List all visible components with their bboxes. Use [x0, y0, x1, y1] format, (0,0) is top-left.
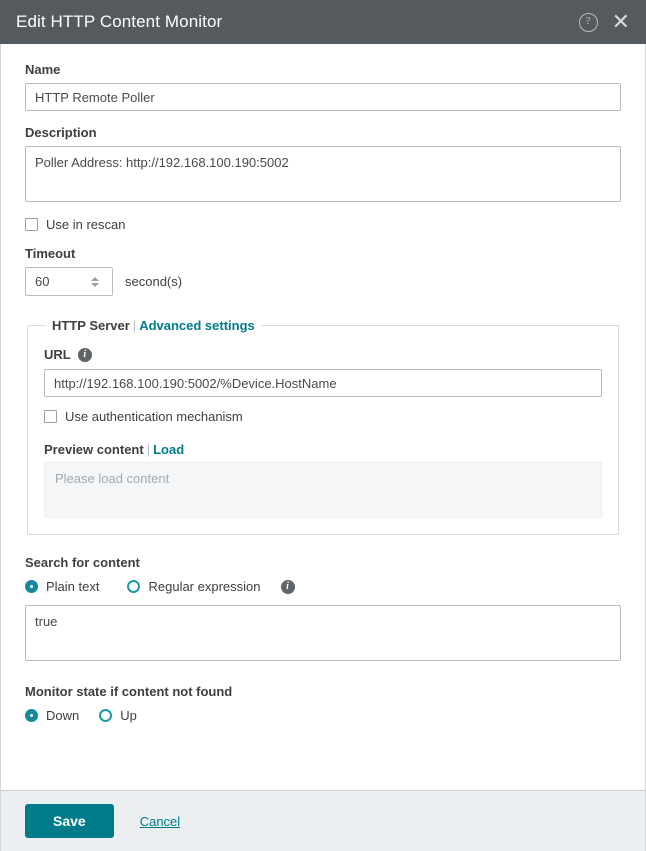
timeout-stepper[interactable]: [25, 267, 113, 296]
timeout-spin-arrows[interactable]: [84, 276, 106, 287]
url-input[interactable]: [44, 369, 602, 397]
radio-up[interactable]: Up: [99, 708, 137, 723]
url-label: URL: [44, 347, 71, 362]
timeout-row: second(s): [25, 267, 621, 296]
radio-up-label: Up: [120, 708, 137, 723]
use-authentication-checkbox[interactable]: [44, 410, 57, 423]
http-server-fieldset: HTTP Server|Advanced settings URL i Use …: [27, 318, 619, 535]
description-label: Description: [25, 125, 97, 140]
use-in-rescan-label: Use in rescan: [46, 217, 126, 232]
close-icon[interactable]: ✕: [610, 11, 632, 33]
advanced-settings-link[interactable]: Advanced settings: [139, 318, 255, 333]
dialog-title: Edit HTTP Content Monitor: [16, 12, 223, 31]
http-server-legend-text: HTTP Server: [52, 318, 130, 333]
radio-up-indicator[interactable]: [99, 709, 113, 722]
radio-down-label: Down: [46, 708, 80, 723]
chevron-up-icon[interactable]: [91, 276, 99, 281]
name-label: Name: [25, 62, 61, 77]
radio-down-indicator[interactable]: [25, 709, 38, 722]
description-input[interactable]: [25, 146, 621, 202]
use-in-rescan-checkbox[interactable]: [25, 218, 38, 231]
legend-separator: |: [132, 318, 137, 333]
load-link[interactable]: Load: [153, 442, 184, 457]
info-icon[interactable]: i: [77, 347, 92, 362]
radio-regular-expression-label: Regular expression: [148, 579, 261, 594]
radio-regular-expression-indicator[interactable]: [127, 580, 141, 593]
use-authentication-row[interactable]: Use authentication mechanism: [44, 409, 602, 424]
search-mode-radio-group: Plain text Regular expression i: [25, 579, 621, 594]
preview-placeholder-text: Please load content: [55, 471, 170, 486]
dialog-body: Name Description Use in rescan Timeout s…: [0, 44, 646, 790]
radio-plain-text[interactable]: Plain text: [25, 579, 99, 594]
edit-http-content-monitor-dialog: Edit HTTP Content Monitor ? ✕ Name Descr…: [0, 0, 646, 851]
dialog-titlebar: Edit HTTP Content Monitor ? ✕: [0, 0, 646, 44]
timeout-input[interactable]: [26, 268, 84, 295]
use-in-rescan-row[interactable]: Use in rescan: [25, 217, 621, 232]
preview-content-header: Preview content | Load: [44, 442, 602, 457]
radio-plain-text-indicator[interactable]: [25, 580, 38, 593]
save-button[interactable]: Save: [25, 804, 114, 838]
url-label-row: URL i: [44, 347, 602, 362]
search-content-input[interactable]: [25, 605, 621, 661]
search-for-content-label: Search for content: [25, 555, 140, 570]
http-server-legend: HTTP Server | Advanced settings: [46, 318, 261, 333]
radio-plain-text-label: Plain text: [46, 579, 100, 594]
timeout-unit-label: second(s): [125, 274, 183, 289]
radio-down[interactable]: Down: [25, 708, 79, 723]
preview-content-label: Preview content: [44, 442, 144, 457]
monitor-state-radio-group: Down Up: [25, 708, 621, 723]
chevron-down-icon[interactable]: [91, 282, 99, 287]
monitor-state-label: Monitor state if content not found: [25, 684, 233, 699]
dialog-footer: Save Cancel: [0, 790, 646, 851]
titlebar-actions: ? ✕: [578, 11, 632, 33]
cancel-link[interactable]: Cancel: [140, 814, 180, 829]
timeout-label: Timeout: [25, 246, 76, 261]
name-input[interactable]: [25, 83, 621, 111]
radio-regular-expression[interactable]: Regular expression: [127, 579, 261, 594]
preview-separator: |: [146, 442, 151, 457]
search-info-icon[interactable]: i: [280, 579, 295, 594]
help-circle-icon[interactable]: ?: [578, 12, 598, 32]
use-authentication-label: Use authentication mechanism: [65, 409, 243, 424]
preview-content-box: Please load content: [44, 462, 602, 518]
